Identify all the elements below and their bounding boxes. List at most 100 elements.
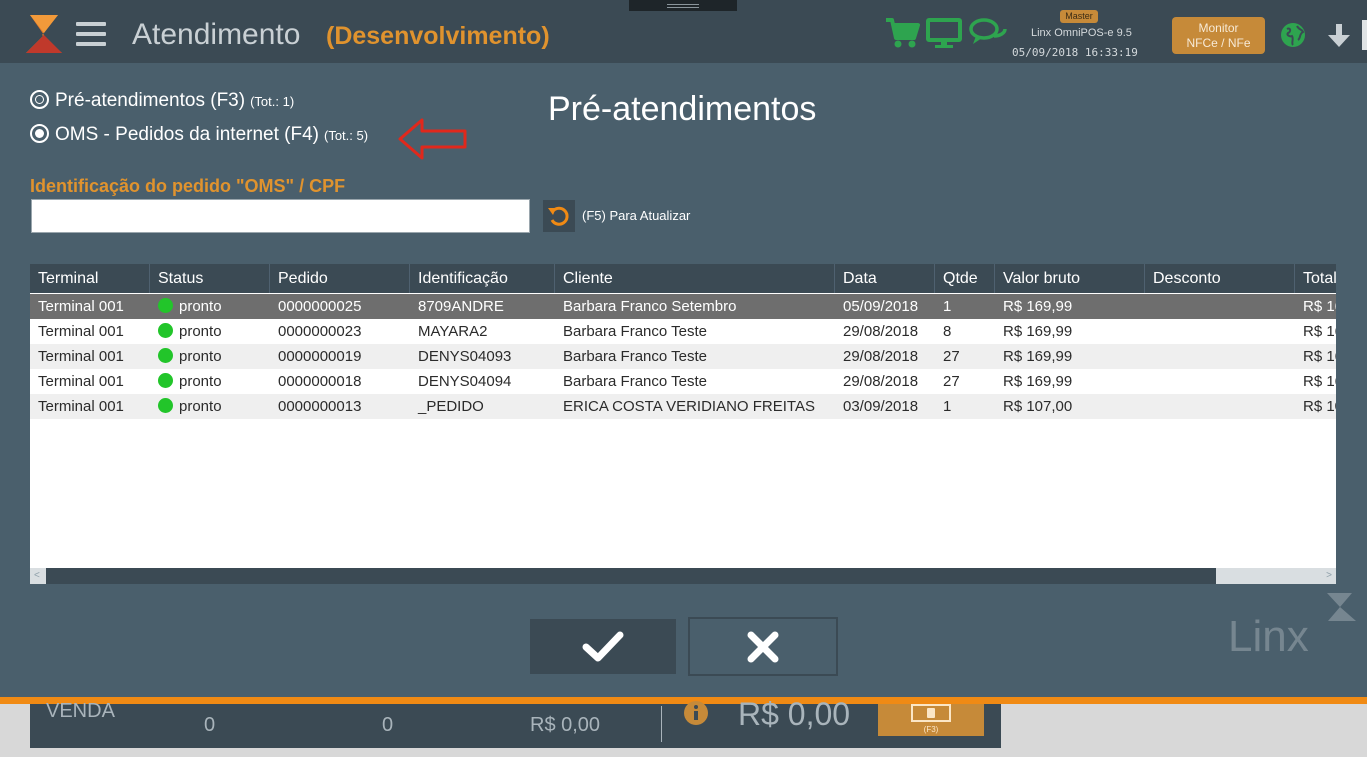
status-text: pronto: [179, 373, 222, 390]
watermark-text: Linx: [1228, 612, 1309, 661]
table-cell-data: 29/08/2018: [843, 373, 919, 390]
check-icon: [582, 631, 624, 661]
table-cell-valor-bruto: R$ 169,99: [1003, 323, 1073, 340]
refresh-button[interactable]: [543, 200, 575, 232]
refresh-icon: [548, 206, 569, 226]
radio-pre-label: Pré-atendimentos (F3): [55, 90, 246, 111]
table-cell-total: R$ 169,99: [1303, 373, 1336, 390]
chat-icon[interactable]: [968, 16, 1008, 50]
table-cell-qtde: 8: [943, 323, 952, 340]
table-row[interactable]: Terminal 001 pronto 0000000013 _PEDIDO ERICA…: [30, 394, 1336, 419]
red-arrow-annotation-icon: [398, 118, 467, 160]
table-cell-valor-bruto: R$ 107,00: [1003, 398, 1073, 415]
monitor-nfce-button[interactable]: Monitor NFCe / NFe: [1172, 17, 1265, 54]
cart-icon[interactable]: [884, 16, 920, 50]
app-logo: [26, 15, 62, 53]
column-header[interactable]: Desconto: [1145, 264, 1295, 293]
table-cell-terminal: Terminal 001: [38, 373, 124, 390]
info-icon[interactable]: [683, 700, 709, 726]
column-header[interactable]: Cliente: [555, 264, 835, 293]
column-header[interactable]: Status: [150, 264, 270, 293]
master-badge: Master: [1060, 10, 1098, 23]
table-cell-cliente: Barbara Franco Teste: [563, 323, 707, 340]
status-text: pronto: [179, 298, 222, 315]
table-cell-qtde: 27: [943, 348, 960, 365]
table-cell-desconto: [1145, 394, 1295, 419]
column-header[interactable]: Pedido: [270, 264, 410, 293]
table-cell-terminal: Terminal 001: [38, 398, 124, 415]
table-cell-total: R$ 169,99: [1303, 298, 1336, 315]
table-row[interactable]: Terminal 001 pronto 0000000019 DENYS04093 Ba…: [30, 344, 1336, 369]
radio-pre-atendimentos[interactable]: Pré-atendimentos (F3) (Tot.: 1): [30, 87, 294, 112]
table-cell-pedido: 0000000019: [278, 348, 362, 365]
cash-icon: [911, 704, 951, 722]
table-cell-pedido: 0000000013: [278, 398, 362, 415]
search-label: Identificação do pedido "OMS" / CPF: [30, 176, 346, 196]
sale-label: VENDA: [46, 700, 115, 722]
environment-label: (Desenvolvimento): [326, 22, 550, 50]
confirm-button[interactable]: [530, 619, 676, 674]
status-text: pronto: [179, 348, 222, 365]
column-header[interactable]: Qtde: [935, 264, 995, 293]
scroll-left-icon[interactable]: <: [34, 570, 40, 581]
table-cell-terminal: Terminal 001: [38, 298, 124, 315]
table-row[interactable]: Terminal 001 pronto 0000000018 DENYS04094 Ba…: [30, 369, 1336, 394]
window-drag-handle[interactable]: [629, 0, 737, 11]
version-text: Linx OmniPOS-e 9.5: [1031, 27, 1132, 39]
horizontal-scrollbar[interactable]: < >: [30, 568, 1336, 584]
scroll-right-icon[interactable]: >: [1326, 570, 1332, 581]
table-cell-cliente: Barbara Franco Teste: [563, 373, 707, 390]
table-cell-identificacao: DENYS04093: [418, 348, 512, 365]
table-cell-status: pronto: [150, 369, 270, 394]
status-dot-icon: [158, 348, 173, 363]
table-cell-identificacao: _PEDIDO: [418, 398, 484, 415]
table-cell-total: R$ 169,99: [1303, 348, 1336, 365]
radio-checked-icon[interactable]: [30, 124, 49, 143]
download-arrow-icon[interactable]: [1325, 21, 1353, 49]
table-cell-identificacao: MAYARA2: [418, 323, 488, 340]
globe-icon[interactable]: [1279, 21, 1307, 49]
status-dot-icon: [158, 323, 173, 338]
table-cell-status: pronto: [150, 294, 270, 319]
side-panel-edge[interactable]: [1362, 20, 1367, 50]
sale-total: R$ 0,00: [738, 696, 851, 732]
scrollbar-thumb[interactable]: [46, 568, 1216, 584]
table-cell-qtde: 1: [943, 298, 952, 315]
table-header: Terminal Status Pedido Identificação Cli…: [30, 264, 1336, 293]
payment-key-hint: (F3): [923, 725, 939, 734]
column-header[interactable]: Data: [835, 264, 935, 293]
payment-button[interactable]: (F3): [878, 704, 984, 736]
column-header[interactable]: Valor bruto: [995, 264, 1145, 293]
sale-item-count: 0: [204, 714, 216, 736]
column-header[interactable]: Total: [1295, 264, 1336, 293]
monitor-icon[interactable]: [926, 16, 962, 50]
table-cell-qtde: 27: [943, 373, 960, 390]
table-row[interactable]: Terminal 001 pronto 0000000023 MAYARA2 Barba…: [30, 319, 1336, 344]
sale-subtotal: R$ 0,00: [530, 714, 601, 736]
linx-watermark-logo: Linx: [1228, 593, 1356, 661]
radio-oms-pedidos[interactable]: OMS - Pedidos da internet (F4) (Tot.: 5): [30, 121, 368, 146]
menu-icon[interactable]: [76, 22, 106, 46]
table-cell-total: R$ 169,99: [1303, 323, 1336, 340]
table-cell-desconto: [1145, 344, 1295, 369]
column-header[interactable]: Identificação: [410, 264, 555, 293]
table-cell-pedido: 0000000018: [278, 373, 362, 390]
status-dot-icon: [158, 298, 173, 313]
page-title: Pré-atendimentos: [548, 90, 817, 128]
table-cell-status: pronto: [150, 319, 270, 344]
sale-panel: [30, 704, 1001, 748]
table-cell-qtde: 1: [943, 398, 952, 415]
radio-unchecked-icon[interactable]: [30, 90, 49, 109]
table-row[interactable]: Terminal 001 pronto 0000000025 8709ANDRE Bar…: [30, 294, 1336, 319]
table-cell-data: 29/08/2018: [843, 348, 919, 365]
status-text: pronto: [179, 398, 222, 415]
table-cell-data: 29/08/2018: [843, 323, 919, 340]
radio-oms-total: (Tot.: 5): [324, 128, 369, 143]
column-header[interactable]: Terminal: [30, 264, 150, 293]
table-cell-terminal: Terminal 001: [38, 348, 124, 365]
status-dot-icon: [158, 373, 173, 388]
cancel-button[interactable]: [688, 617, 838, 676]
table-cell-status: pronto: [150, 344, 270, 369]
order-search-input[interactable]: [31, 199, 530, 233]
monitor-button-line2: NFCe / NFe: [1186, 36, 1251, 50]
